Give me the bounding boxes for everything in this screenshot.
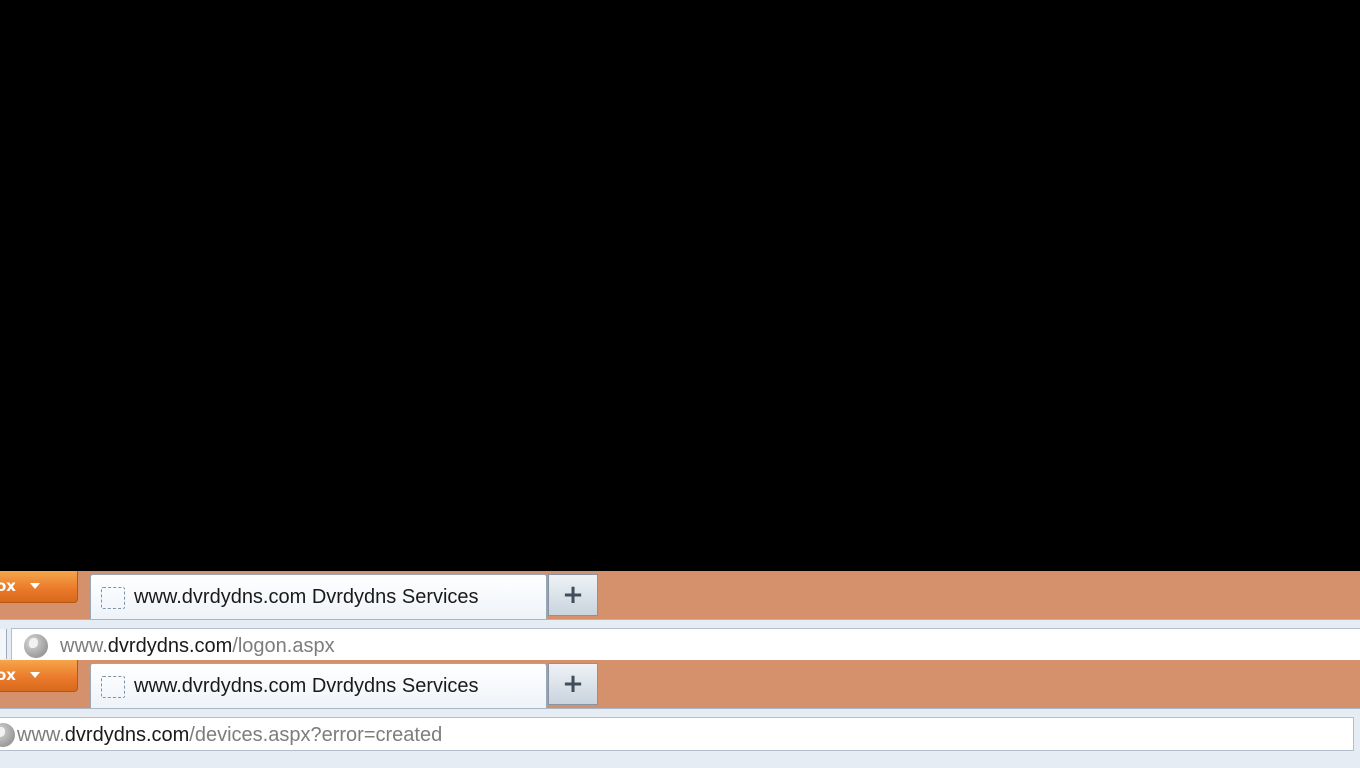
blank-page-favicon-icon bbox=[101, 587, 125, 609]
firefox-menu-label: ox bbox=[0, 666, 16, 684]
url-text: www.dvrdydns.com/logon.aspx bbox=[60, 635, 335, 658]
back-button[interactable] bbox=[0, 629, 7, 659]
firefox-menu-button[interactable]: ox bbox=[0, 571, 78, 603]
browser-tab[interactable]: www.dvrdydns.com Dvrdydns Services bbox=[90, 663, 547, 708]
blank-page-favicon-icon bbox=[101, 676, 125, 698]
url-path: /logon.aspx bbox=[232, 635, 335, 657]
url-host: dvrdydns.com bbox=[107, 635, 233, 657]
navigation-bar: www.dvrdydns.com/logon.aspx bbox=[0, 619, 1360, 662]
url-path: /devices.aspx?error=created bbox=[189, 724, 443, 746]
plus-icon: + bbox=[562, 580, 584, 610]
tab-title: www.dvrdydns.com Dvrdydns Services bbox=[134, 675, 479, 697]
new-tab-button[interactable]: + bbox=[548, 574, 598, 616]
navigation-bar: www.dvrdydns.com/devices.aspx?error=crea… bbox=[0, 708, 1360, 768]
globe-icon bbox=[24, 634, 48, 658]
globe-icon bbox=[0, 723, 15, 747]
url-prefix: www. bbox=[60, 635, 108, 657]
address-bar[interactable]: www.dvrdydns.com/devices.aspx?error=crea… bbox=[0, 717, 1354, 751]
firefox-menu-label: ox bbox=[0, 577, 16, 595]
tab-strip: ox www.dvrdydns.com Dvrdydns Services + bbox=[0, 571, 1360, 619]
firefox-menu-button[interactable]: ox bbox=[0, 660, 78, 692]
url-host: dvrdydns.com bbox=[64, 724, 190, 746]
dropdown-caret-icon bbox=[30, 672, 40, 678]
browser-tab[interactable]: www.dvrdydns.com Dvrdydns Services bbox=[90, 574, 547, 619]
plus-icon: + bbox=[562, 669, 584, 699]
tab-strip: ox www.dvrdydns.com Dvrdydns Services + bbox=[0, 660, 1360, 708]
new-tab-button[interactable]: + bbox=[548, 663, 598, 705]
dropdown-caret-icon bbox=[30, 583, 40, 589]
tab-title: www.dvrdydns.com Dvrdydns Services bbox=[134, 586, 479, 608]
screen: ox www.dvrdydns.com Dvrdydns Services + … bbox=[0, 0, 1360, 768]
url-text: www.dvrdydns.com/devices.aspx?error=crea… bbox=[17, 724, 442, 747]
address-bar[interactable]: www.dvrdydns.com/logon.aspx bbox=[11, 628, 1360, 662]
url-prefix: www. bbox=[17, 724, 65, 746]
